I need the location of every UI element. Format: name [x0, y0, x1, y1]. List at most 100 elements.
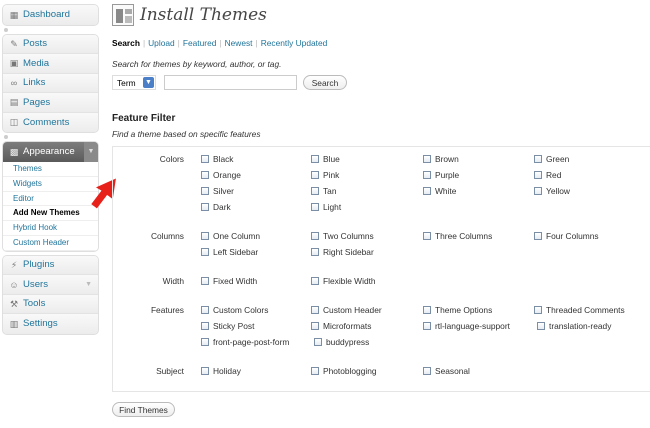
subnav-upload[interactable]: Upload	[148, 38, 175, 48]
checkbox-box[interactable]	[311, 248, 319, 256]
checkbox-box[interactable]	[311, 367, 319, 375]
find-themes-button[interactable]: Find Themes	[112, 402, 175, 417]
checkbox-light[interactable]: Light	[311, 202, 341, 212]
checkbox-box[interactable]	[423, 232, 431, 240]
checkbox-four-columns[interactable]: Four Columns	[534, 231, 599, 241]
menu-comments[interactable]: ◫ Comments	[3, 112, 98, 132]
checkbox-box[interactable]	[311, 322, 319, 330]
checkbox-box[interactable]	[423, 155, 431, 163]
checkbox-red[interactable]: Red	[534, 170, 561, 180]
checkbox-box[interactable]	[423, 322, 431, 330]
checkbox-box[interactable]	[201, 248, 209, 256]
menu-pages-label: Pages	[23, 96, 51, 108]
search-input[interactable]	[164, 75, 297, 90]
checkbox-one-column[interactable]: One Column	[201, 231, 260, 241]
checkbox-threaded-comments[interactable]: Threaded Comments	[534, 305, 625, 315]
submenu-hybrid-hook[interactable]: Hybrid Hook	[3, 221, 98, 236]
checkbox-box[interactable]	[311, 171, 319, 179]
search-button[interactable]: Search	[303, 75, 347, 90]
menu-users[interactable]: ☺ Users ▼	[3, 275, 98, 295]
subnav-featured[interactable]: Featured	[183, 38, 217, 48]
checkbox-photoblogging[interactable]: Photoblogging	[311, 366, 377, 376]
checkbox-box[interactable]	[423, 306, 431, 314]
menu-media[interactable]: ▣ Media	[3, 54, 98, 74]
checkbox-front-page-post-form[interactable]: front-page-post-form	[201, 337, 289, 347]
checkbox-flexible-width[interactable]: Flexible Width	[311, 276, 376, 286]
checkbox-box[interactable]	[311, 306, 319, 314]
checkbox-box[interactable]	[201, 203, 209, 211]
checkbox-box[interactable]	[201, 322, 209, 330]
menu-posts[interactable]: ✎ Posts	[3, 34, 98, 54]
checkbox-box[interactable]	[201, 338, 209, 346]
checkbox-theme-options[interactable]: Theme Options	[423, 305, 492, 315]
checkbox-pink[interactable]: Pink	[311, 170, 339, 180]
checkbox-label: Silver	[213, 186, 234, 196]
collapse-arrow-icon[interactable]: ▼	[84, 142, 98, 162]
checkbox-box[interactable]	[201, 277, 209, 285]
submenu-custom-header[interactable]: Custom Header	[3, 236, 98, 251]
checkbox-orange[interactable]: Orange	[201, 170, 241, 180]
subnav-newest[interactable]: Newest	[225, 38, 253, 48]
menu-posts-label: Posts	[23, 38, 47, 49]
subnav-search[interactable]: Search	[112, 38, 140, 48]
checkbox-box[interactable]	[201, 306, 209, 314]
checkbox-sticky-post[interactable]: Sticky Post	[201, 321, 254, 331]
checkbox-box[interactable]	[201, 155, 209, 163]
checkbox-label: Holiday	[213, 366, 241, 376]
checkbox-box[interactable]	[201, 367, 209, 375]
checkbox-green[interactable]: Green	[534, 154, 569, 164]
checkbox-white[interactable]: White	[423, 186, 456, 196]
checkbox-box[interactable]	[201, 232, 209, 240]
checkbox-box[interactable]	[537, 322, 545, 330]
checkbox-purple[interactable]: Purple	[423, 170, 459, 180]
checkbox-two-columns[interactable]: Two Columns	[311, 231, 374, 241]
checkbox-box[interactable]	[534, 306, 542, 314]
checkbox-box[interactable]	[311, 155, 319, 163]
checkbox-brown[interactable]: Brown	[423, 154, 459, 164]
checkbox-yellow[interactable]: Yellow	[534, 186, 570, 196]
menu-tools[interactable]: ⚒ Tools	[3, 294, 98, 315]
checkbox-microformats[interactable]: Microformats	[311, 321, 371, 331]
checkbox-box[interactable]	[201, 171, 209, 179]
checkbox-dark[interactable]: Dark	[201, 202, 231, 212]
checkbox-holiday[interactable]: Holiday	[201, 366, 241, 376]
checkbox-seasonal[interactable]: Seasonal	[423, 366, 470, 376]
checkbox-translation-ready[interactable]: translation-ready	[537, 321, 611, 331]
checkbox-box[interactable]	[201, 187, 209, 195]
checkbox-box[interactable]	[311, 277, 319, 285]
search-type-select[interactable]: Term ▼	[112, 75, 156, 90]
checkbox-buddypress[interactable]: buddypress	[314, 337, 369, 347]
expand-arrow-icon[interactable]: ▼	[85, 275, 92, 295]
checkbox-box[interactable]	[311, 232, 319, 240]
menu-plugins[interactable]: ⚡ Plugins	[3, 255, 98, 276]
checkbox-box[interactable]	[314, 338, 322, 346]
subnav-recently-updated[interactable]: Recently Updated	[261, 38, 328, 48]
checkbox-box[interactable]	[311, 203, 319, 211]
checkbox-black[interactable]: Black	[201, 154, 233, 164]
checkbox-custom-header[interactable]: Custom Header	[311, 305, 382, 315]
menu-settings[interactable]: ▥ Settings	[3, 314, 98, 334]
menu-appearance[interactable]: ▩ Appearance ▼	[3, 142, 98, 162]
checkbox-fixed-width[interactable]: Fixed Width	[201, 276, 257, 286]
checkbox-box[interactable]	[423, 367, 431, 375]
checkbox-box[interactable]	[423, 171, 431, 179]
menu-dashboard-label: Dashboard	[23, 9, 70, 20]
checkbox-box[interactable]	[534, 171, 542, 179]
checkbox-silver[interactable]: Silver	[201, 186, 234, 196]
menu-pages[interactable]: ▤ Pages	[3, 93, 98, 113]
checkbox-box[interactable]	[534, 232, 542, 240]
checkbox-left-sidebar[interactable]: Left Sidebar	[201, 247, 258, 257]
checkbox-box[interactable]	[423, 187, 431, 195]
checkbox-rtl-language-support[interactable]: rtl-language-support	[423, 321, 510, 331]
menu-links[interactable]: ∞ Links	[3, 73, 98, 93]
checkbox-right-sidebar[interactable]: Right Sidebar	[311, 247, 374, 257]
checkbox-label: Four Columns	[546, 231, 599, 241]
checkbox-tan[interactable]: Tan	[311, 186, 337, 196]
checkbox-three-columns[interactable]: Three Columns	[423, 231, 492, 241]
checkbox-box[interactable]	[311, 187, 319, 195]
checkbox-box[interactable]	[534, 187, 542, 195]
menu-dashboard[interactable]: ▦ Dashboard	[3, 5, 98, 25]
checkbox-blue[interactable]: Blue	[311, 154, 340, 164]
checkbox-box[interactable]	[534, 155, 542, 163]
checkbox-custom-colors[interactable]: Custom Colors	[201, 305, 268, 315]
